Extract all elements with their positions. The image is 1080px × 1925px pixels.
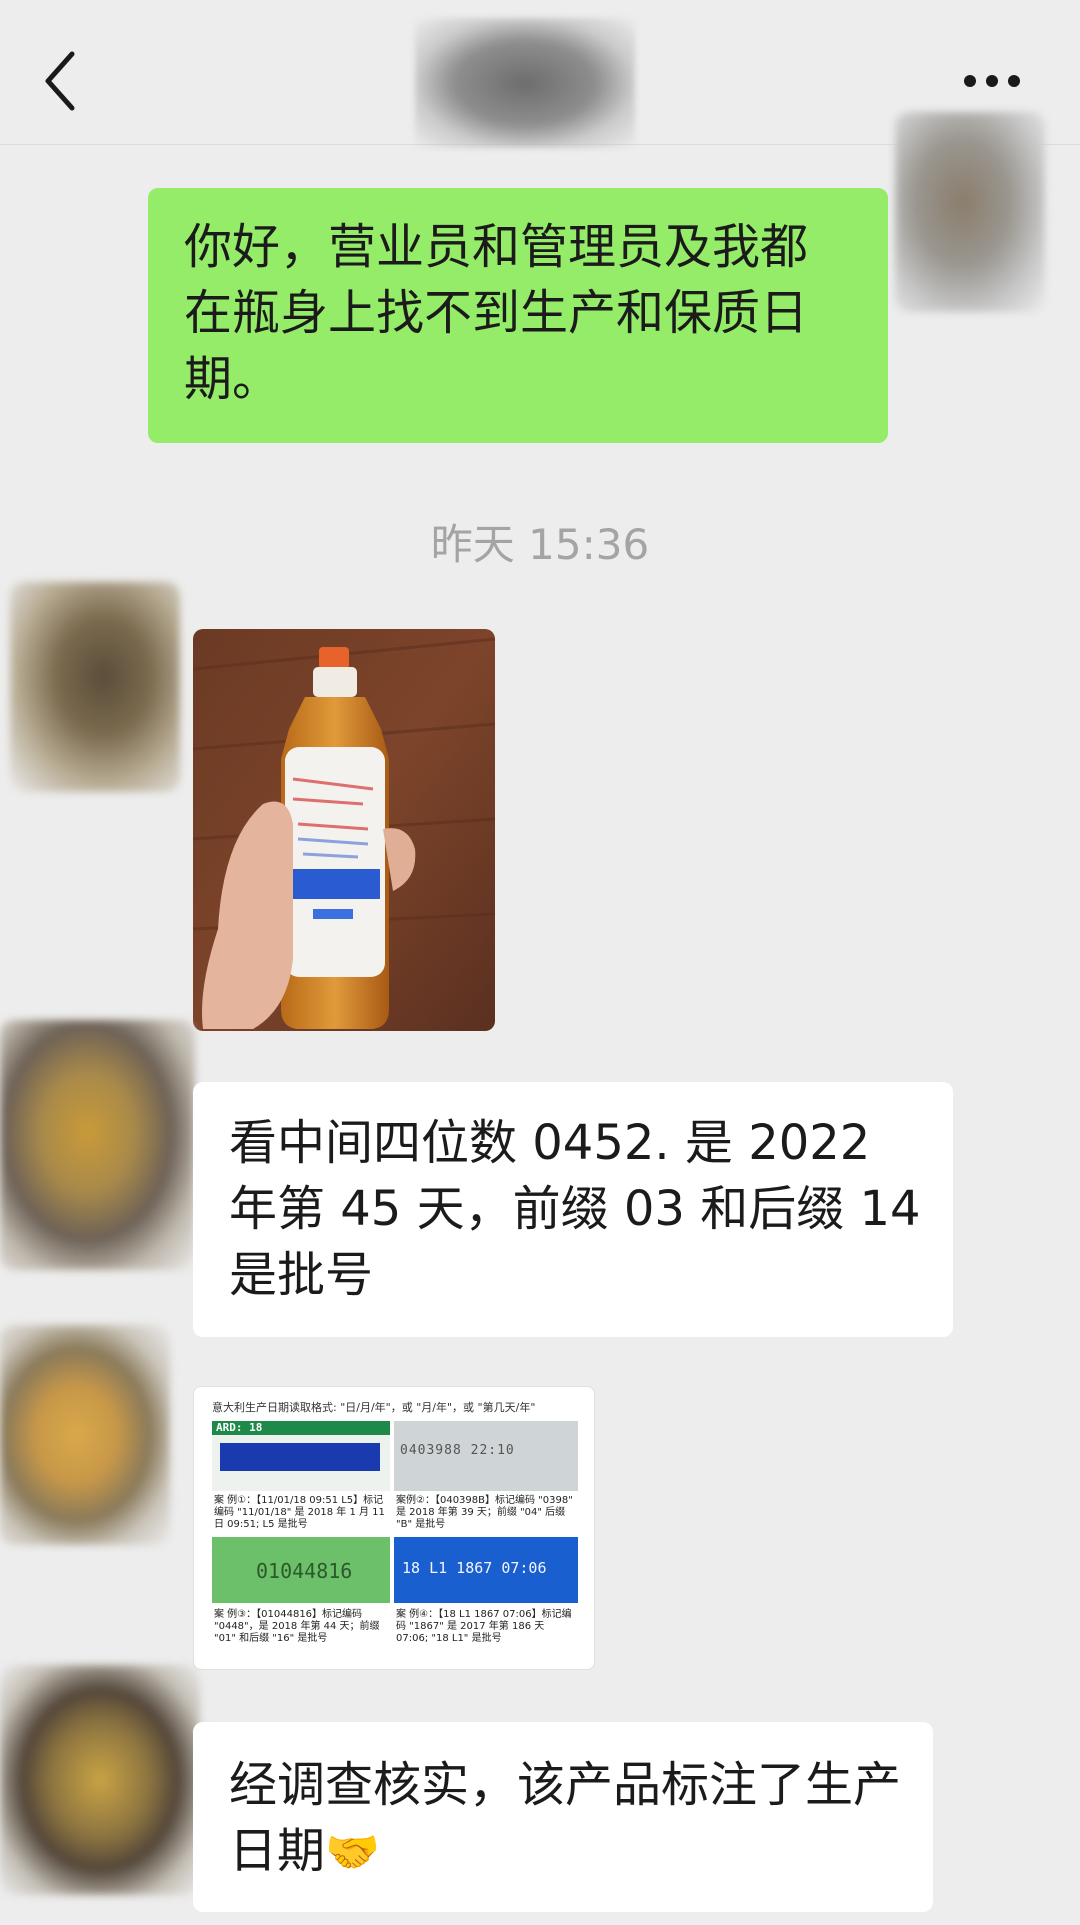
example-caption-4: 案 例④：【18 L1 1867 07:06】标记编码 "1867" 是 201… xyxy=(396,1609,572,1644)
example-code-3: 01044816 xyxy=(256,1559,353,1583)
example-photo-4: 18 L1 1867 07:06 xyxy=(394,1537,578,1603)
bottle-photo xyxy=(193,629,495,1031)
handshake-emoji-icon: 🤝 xyxy=(325,1827,380,1878)
message-timestamp: 昨天 15:36 xyxy=(430,520,650,569)
more-options-button[interactable] xyxy=(960,66,1030,96)
message-text: 你好，营业员和管理员及我都在瓶身上找不到生产和保质日期。 xyxy=(184,219,809,407)
date-format-reference-image[interactable]: 意大利生产日期读取格式: "日/月/年"，或 "月/年"，或 "第几天/年" A… xyxy=(193,1386,595,1670)
ellipsis-icon xyxy=(964,75,1020,87)
image-heading-text: 意大利生产日期读取格式: "日/月/年"，或 "月/年"，或 "第几天/年" xyxy=(212,1401,536,1414)
contact-avatar[interactable] xyxy=(10,582,180,792)
back-button[interactable] xyxy=(38,46,88,116)
contact-avatar[interactable] xyxy=(0,1325,170,1545)
message-text: 看中间四位数 0452. 是 2022 年第 45 天，前缀 03 和后缀 14… xyxy=(229,1115,921,1303)
example-photo-2: 0403988 22:10 xyxy=(394,1421,578,1491)
example-code-4: 18 L1 1867 07:06 xyxy=(402,1559,547,1577)
example-caption-1: 案 例①：【11/01/18 09:51 L5】标记编码 "11/01/18" … xyxy=(214,1495,385,1530)
example-code-1: ARD: 18 xyxy=(216,1421,263,1434)
chevron-left-icon xyxy=(45,51,75,111)
bottle-photo-message[interactable] xyxy=(193,629,495,1031)
example-photo-1: ARD: 18 xyxy=(212,1421,390,1491)
contact-avatar[interactable] xyxy=(0,1665,200,1895)
example-caption-3: 案 例③：【01044816】标记编码 "0448"，是 2018 年第 44 … xyxy=(214,1609,380,1644)
example-photo-3: 01044816 xyxy=(212,1537,390,1603)
outgoing-message-bubble[interactable]: 你好，营业员和管理员及我都在瓶身上找不到生产和保质日期。 xyxy=(148,188,888,443)
example-code-2: 0403988 22:10 xyxy=(400,1443,515,1458)
contact-avatar[interactable] xyxy=(0,1020,195,1270)
incoming-message-bubble[interactable]: 经调查核实，该产品标注了生产日期🤝 xyxy=(193,1722,933,1912)
contact-name-redacted xyxy=(415,18,635,148)
incoming-message-bubble[interactable]: 看中间四位数 0452. 是 2022 年第 45 天，前缀 03 和后缀 14… xyxy=(193,1082,953,1337)
my-avatar[interactable] xyxy=(895,112,1045,312)
example-caption-2: 案例②：【040398B】标记编码 "0398" 是 2018 年第 39 天；… xyxy=(396,1495,573,1530)
